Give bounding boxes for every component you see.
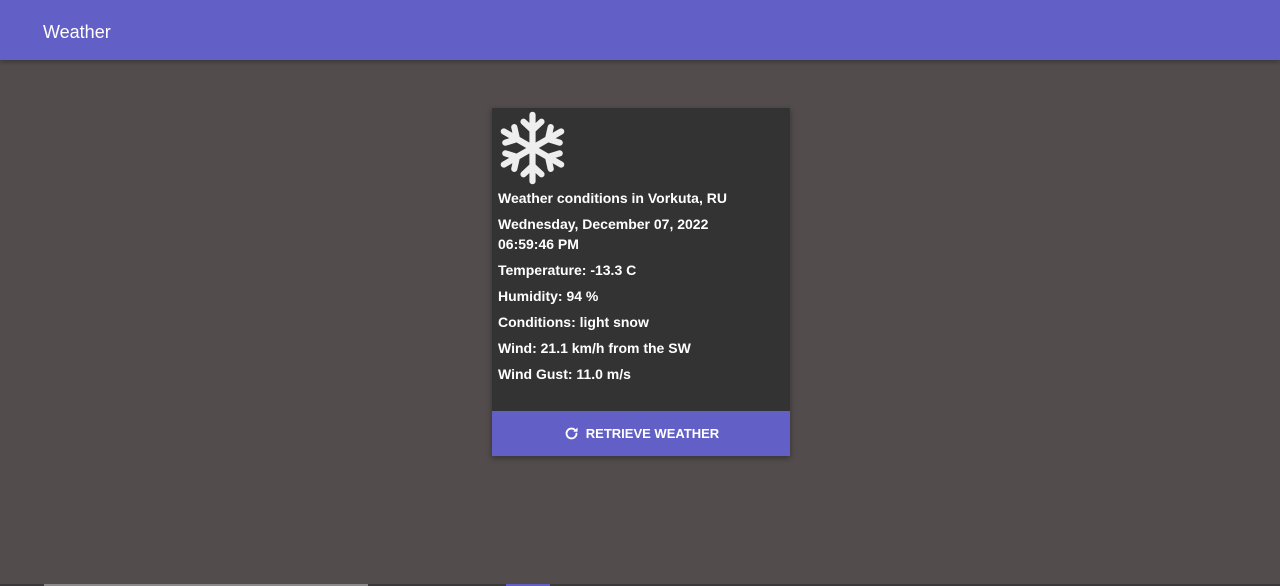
retrieve-weather-label: RETRIEVE WEATHER: [585, 426, 720, 441]
time-text: 06:59:46 PM: [498, 236, 579, 252]
retrieve-weather-button[interactable]: RETRIEVE WEATHER: [492, 411, 790, 456]
wind-gust-text: Wind Gust: 11.0 m/s: [498, 366, 631, 382]
weather-card: Weather conditions in Vorkuta, RU Wednes…: [492, 108, 790, 456]
refresh-icon: [565, 427, 578, 440]
date-text: Wednesday, December 07, 2022: [498, 216, 709, 232]
conditions-text: Conditions: light snow: [498, 314, 649, 330]
app-bar: Weather: [0, 0, 1280, 60]
datetime-text: Wednesday, December 07, 2022 06:59:46 PM: [498, 214, 768, 254]
snowflake-icon: [500, 111, 565, 185]
wind-text: Wind: 21.1 km/h from the SW: [498, 340, 691, 356]
app-title: Weather: [43, 22, 111, 42]
temperature-text: Temperature: -13.3 C: [498, 262, 637, 278]
weather-info: Weather conditions in Vorkuta, RU Wednes…: [498, 188, 768, 390]
humidity-text: Humidity: 94 %: [498, 288, 599, 304]
location-text: Weather conditions in Vorkuta, RU: [498, 190, 727, 206]
